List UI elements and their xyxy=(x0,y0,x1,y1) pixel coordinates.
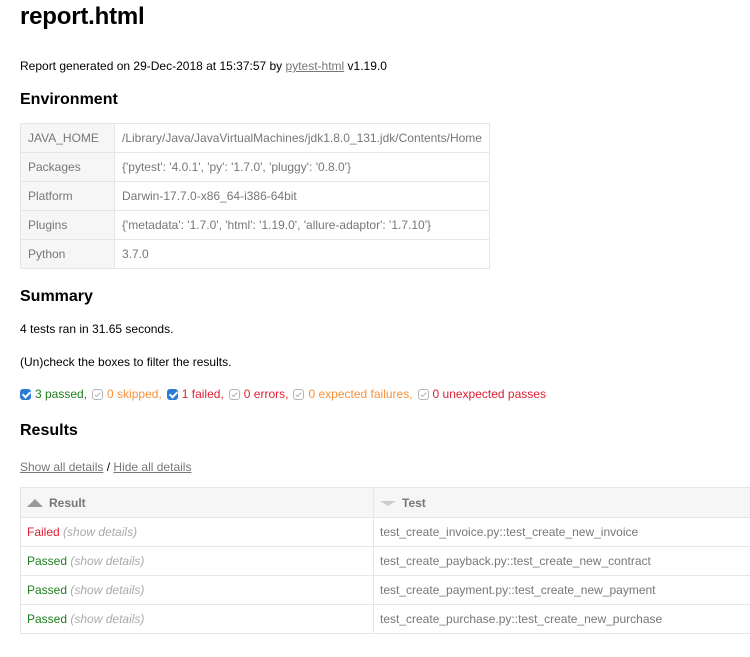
test-name-cell: test_create_payback.py::test_create_new_… xyxy=(373,546,750,576)
filter-expected-failures[interactable]: 0 expected failures, xyxy=(293,387,413,401)
table-row: Failed (show details) test_create_invoic… xyxy=(20,517,750,547)
filter-unexpected-passes[interactable]: 0 unexpected passes xyxy=(417,387,546,401)
env-value: 3.7.0 xyxy=(114,239,490,269)
show-all-details-link[interactable]: Show all details xyxy=(20,460,103,474)
sort-inactive-icon xyxy=(380,500,396,506)
env-key: Platform xyxy=(20,181,115,211)
test-name-cell: test_create_purchase.py::test_create_new… xyxy=(373,604,750,634)
errors-checkbox[interactable] xyxy=(228,388,240,400)
filter-passed[interactable]: 3 passed, xyxy=(20,387,87,401)
tests-ran-text: 4 tests ran in 31.65 seconds. xyxy=(20,322,174,336)
filter-failed-label: 1 failed, xyxy=(181,387,224,401)
show-details-link[interactable]: (show details) xyxy=(70,583,144,597)
env-key: Python xyxy=(20,239,115,269)
filter-failed[interactable]: 1 failed, xyxy=(166,387,224,401)
details-toggle-links: Show all details / Hide all details xyxy=(20,460,191,474)
filter-hint-text: (Un)check the boxes to filter the result… xyxy=(20,355,232,369)
pytest-html-link[interactable]: pytest-html xyxy=(286,59,345,73)
result-cell: Passed (show details) xyxy=(20,575,374,605)
filter-skipped-label: 0 skipped, xyxy=(107,387,162,401)
expected-failures-checkbox[interactable] xyxy=(293,388,305,400)
details-separator: / xyxy=(103,460,114,474)
summary-heading: Summary xyxy=(20,288,93,305)
page-title: report.html xyxy=(20,3,145,30)
env-value: {'pytest': '4.0.1', 'py': '1.7.0', 'plug… xyxy=(114,152,490,182)
generated-version: v1.19.0 xyxy=(344,59,387,73)
env-row: Plugins {'metadata': '1.7.0', 'html': '1… xyxy=(20,210,490,240)
results-heading: Results xyxy=(20,422,78,439)
test-name-cell: test_create_payment.py::test_create_new_… xyxy=(373,575,750,605)
env-row: Platform Darwin-17.7.0-x86_64-i386-64bit xyxy=(20,181,490,211)
env-key: JAVA_HOME xyxy=(20,123,115,153)
generated-prefix: Report generated on 29-Dec-2018 at 15:37… xyxy=(20,59,283,73)
filter-unexpected-passes-label: 0 unexpected passes xyxy=(432,387,546,401)
env-key: Plugins xyxy=(20,210,115,240)
unexpected-passes-checkbox[interactable] xyxy=(417,388,429,400)
results-header-row: Result Test xyxy=(20,487,750,518)
result-status: Passed xyxy=(27,554,68,568)
result-column-header[interactable]: Result xyxy=(20,487,374,518)
env-value: {'metadata': '1.7.0', 'html': '1.19.0', … xyxy=(114,210,490,240)
result-filters: 3 passed, 0 skipped, 1 failed, 0 errors,… xyxy=(20,387,551,401)
sort-ascending-icon xyxy=(27,499,43,508)
environment-heading: Environment xyxy=(20,91,118,108)
failed-checkbox[interactable] xyxy=(166,388,178,400)
test-column-header[interactable]: Test xyxy=(373,487,750,518)
results-table: Result Test Failed (show details) test_c… xyxy=(20,487,750,634)
env-row: Packages {'pytest': '4.0.1', 'py': '1.7.… xyxy=(20,152,490,182)
env-row: JAVA_HOME /Library/Java/JavaVirtualMachi… xyxy=(20,123,490,153)
env-key: Packages xyxy=(20,152,115,182)
env-row: Python 3.7.0 xyxy=(20,239,490,269)
env-value: /Library/Java/JavaVirtualMachines/jdk1.8… xyxy=(114,123,490,153)
env-value: Darwin-17.7.0-x86_64-i386-64bit xyxy=(114,181,490,211)
show-details-link[interactable]: (show details) xyxy=(63,525,137,539)
result-cell: Passed (show details) xyxy=(20,546,374,576)
filter-expected-failures-label: 0 expected failures, xyxy=(308,387,413,401)
result-cell: Failed (show details) xyxy=(20,517,374,547)
skipped-checkbox[interactable] xyxy=(92,388,104,400)
test-column-label: Test xyxy=(402,495,426,510)
table-row: Passed (show details) test_create_paybac… xyxy=(20,546,750,576)
test-name-cell: test_create_invoice.py::test_create_new_… xyxy=(373,517,750,547)
passed-checkbox[interactable] xyxy=(20,388,31,400)
filter-errors-label: 0 errors, xyxy=(243,387,289,401)
show-details-link[interactable]: (show details) xyxy=(70,612,144,626)
filter-errors[interactable]: 0 errors, xyxy=(228,387,289,401)
result-cell: Passed (show details) xyxy=(20,604,374,634)
result-status: Passed xyxy=(27,612,68,626)
table-row: Passed (show details) test_create_purcha… xyxy=(20,604,750,634)
show-details-link[interactable]: (show details) xyxy=(70,554,144,568)
result-column-label: Result xyxy=(49,495,86,510)
filter-passed-label: 3 passed, xyxy=(35,387,88,401)
result-status: Passed xyxy=(27,583,68,597)
result-status: Failed xyxy=(27,525,60,539)
hide-all-details-link[interactable]: Hide all details xyxy=(113,460,191,474)
report-generated-line: Report generated on 29-Dec-2018 at 15:37… xyxy=(20,59,387,73)
environment-table: JAVA_HOME /Library/Java/JavaVirtualMachi… xyxy=(20,123,490,269)
table-row: Passed (show details) test_create_paymen… xyxy=(20,575,750,605)
filter-skipped[interactable]: 0 skipped, xyxy=(92,387,162,401)
